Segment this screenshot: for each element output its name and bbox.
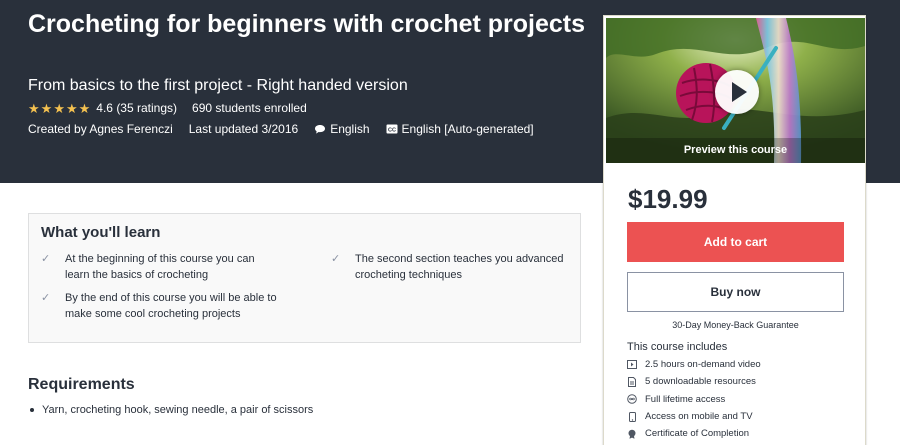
includes-item: Full lifetime access xyxy=(627,391,761,408)
last-updated: Last updated 3/2016 xyxy=(189,122,298,136)
add-to-cart-button[interactable]: Add to cart xyxy=(627,222,844,262)
requirement-item: Yarn, crocheting hook, sewing needle, a … xyxy=(30,404,313,416)
learn-item: ✓ By the end of this course you will be … xyxy=(41,291,280,322)
includes-item: Access on mobile and TV xyxy=(627,408,761,425)
course-title: Crocheting for beginners with crochet pr… xyxy=(28,10,586,38)
play-icon[interactable] xyxy=(715,70,759,114)
instructor[interactable]: Created by Agnes Ferenczi xyxy=(28,122,173,136)
star-rating: ★ ★ ★ ★ ★ xyxy=(28,102,91,115)
course-subtitle: From basics to the first project - Right… xyxy=(28,77,408,94)
includes-item: 5 downloadable resources xyxy=(627,373,761,390)
includes-list: 2.5 hours on-demand video 5 downloadable… xyxy=(627,356,761,442)
star-icon: ★ xyxy=(65,100,78,116)
star-icon: ★ xyxy=(28,100,40,116)
purchase-sidebar: Preview this course $19.99 Add to cart B… xyxy=(603,15,866,445)
rating-value: 4.6 xyxy=(96,101,113,115)
students-enrolled: 690 students enrolled xyxy=(192,101,307,115)
created-by-text[interactable]: Created by Agnes Ferenczi xyxy=(28,122,173,136)
includes-item: 2.5 hours on-demand video xyxy=(627,356,761,373)
ratings-count-link[interactable]: (35 ratings) xyxy=(116,101,177,115)
star-icon: ★ xyxy=(53,100,65,116)
last-updated-text: Last updated 3/2016 xyxy=(188,122,299,136)
video-icon xyxy=(627,360,637,370)
mobile-icon xyxy=(627,411,637,422)
language: English xyxy=(314,122,370,136)
requirements-list: Yarn, crocheting hook, sewing needle, a … xyxy=(30,404,313,416)
star-icon: ★ xyxy=(78,100,91,116)
closed-captions-icon: CC xyxy=(386,124,398,134)
buy-now-button[interactable]: Buy now xyxy=(627,272,844,312)
includes-title: This course includes xyxy=(627,341,728,353)
learn-item: ✓ The second section teaches you advance… xyxy=(331,252,570,283)
includes-item: Certificate of Completion xyxy=(627,425,761,442)
course-meta: Created by Agnes Ferenczi Last updated 3… xyxy=(28,121,550,137)
certificate-icon xyxy=(627,429,637,439)
learn-title: What you'll learn xyxy=(41,224,161,241)
speech-bubble-icon xyxy=(315,124,326,134)
rating-row: ★ ★ ★ ★ ★ 4.6 (35 ratings) 690 students … xyxy=(28,100,307,116)
money-back-guarantee: 30-Day Money-Back Guarantee xyxy=(672,320,799,330)
learn-item: ✓ At the beginning of this course you ca… xyxy=(41,252,280,283)
infinity-icon xyxy=(627,394,637,405)
requirements-title: Requirements xyxy=(28,376,135,393)
what-you-learn-box: What you'll learn ✓ At the beginning of … xyxy=(28,213,581,343)
check-icon: ✓ xyxy=(331,253,341,265)
captions: CC English [Auto-generated] xyxy=(386,122,534,136)
course-preview[interactable]: Preview this course xyxy=(606,18,865,163)
course-price: $19.99 xyxy=(628,184,708,214)
bullet-icon xyxy=(30,408,34,412)
check-icon: ✓ xyxy=(41,292,51,304)
file-icon xyxy=(627,376,637,387)
star-icon: ★ xyxy=(40,100,53,116)
check-icon: ✓ xyxy=(41,253,51,265)
preview-caption[interactable]: Preview this course xyxy=(606,144,865,156)
svg-text:CC: CC xyxy=(388,127,396,133)
captions-text: English [Auto-generated] xyxy=(401,122,534,136)
language-text: English xyxy=(330,122,370,136)
